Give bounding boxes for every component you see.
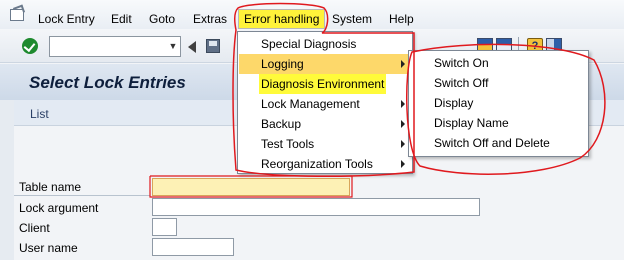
chevron-right-icon xyxy=(401,120,405,128)
menu-item-label: Backup xyxy=(261,117,302,131)
lock-argument-input[interactable] xyxy=(152,198,480,216)
command-field[interactable] xyxy=(49,36,181,57)
chevron-right-icon xyxy=(401,160,405,168)
client-label: Client xyxy=(19,221,50,235)
lock-argument-label: Lock argument xyxy=(19,201,99,215)
error-handling-menu: Special Diagnosis Logging Diagnosis Envi… xyxy=(237,31,413,174)
chevron-right-icon xyxy=(401,140,405,148)
table-name-label: Table name xyxy=(19,180,82,194)
logging-submenu: Switch On Switch Off Display Display Nam… xyxy=(408,50,589,157)
left-rail xyxy=(0,100,14,260)
page-title: Select Lock Entries xyxy=(29,73,186,92)
menu-item-label: Lock Management xyxy=(261,97,360,111)
menu-error-handling[interactable]: Error handling xyxy=(238,9,326,29)
submenu-item-display-name[interactable]: Display Name xyxy=(410,113,588,133)
user-name-input[interactable] xyxy=(152,238,234,256)
menu-item-lock-management[interactable]: Lock Management xyxy=(239,94,412,114)
dropdown-icon[interactable]: ▼ xyxy=(166,37,180,56)
chevron-right-icon xyxy=(401,100,405,108)
menu-item-logging[interactable]: Logging xyxy=(239,54,412,74)
menu-item-backup[interactable]: Backup xyxy=(239,114,412,134)
menu-help[interactable]: Help xyxy=(389,12,414,26)
chevron-right-icon xyxy=(401,60,405,68)
user-name-label: User name xyxy=(19,241,78,255)
menu-goto[interactable]: Goto xyxy=(149,12,175,26)
menu-item-label: Test Tools xyxy=(261,137,315,151)
submenu-item-switch-on[interactable]: Switch On xyxy=(410,53,588,73)
menu-item-label: Logging xyxy=(261,57,304,71)
label-divider xyxy=(14,195,150,196)
app-menu-icon[interactable] xyxy=(10,9,24,21)
menu-extras[interactable]: Extras xyxy=(193,12,227,26)
table-name-input[interactable] xyxy=(152,178,350,196)
menu-item-label: Diagnosis Environment xyxy=(259,74,387,94)
list-button[interactable]: List xyxy=(30,107,49,121)
client-input[interactable] xyxy=(152,218,177,236)
menu-item-reorganization-tools[interactable]: Reorganization Tools xyxy=(239,154,412,174)
menu-item-test-tools[interactable]: Test Tools xyxy=(239,134,412,154)
menu-item-label: Special Diagnosis xyxy=(261,37,357,51)
submenu-item-display[interactable]: Display xyxy=(410,93,588,113)
submenu-item-switch-off[interactable]: Switch Off xyxy=(410,73,588,93)
menu-item-special-diagnosis[interactable]: Special Diagnosis xyxy=(239,34,412,54)
menu-item-diagnosis-environment[interactable]: Diagnosis Environment xyxy=(239,74,412,94)
back-icon[interactable] xyxy=(188,41,196,53)
enter-icon[interactable] xyxy=(22,38,38,54)
menu-system[interactable]: System xyxy=(332,12,372,26)
menu-lock-entry[interactable]: Lock Entry xyxy=(38,12,95,26)
menu-edit[interactable]: Edit xyxy=(111,12,132,26)
submenu-item-switch-off-and-delete[interactable]: Switch Off and Delete xyxy=(410,133,588,153)
menu-item-label: Reorganization Tools xyxy=(261,157,373,171)
save-icon[interactable] xyxy=(206,39,220,53)
